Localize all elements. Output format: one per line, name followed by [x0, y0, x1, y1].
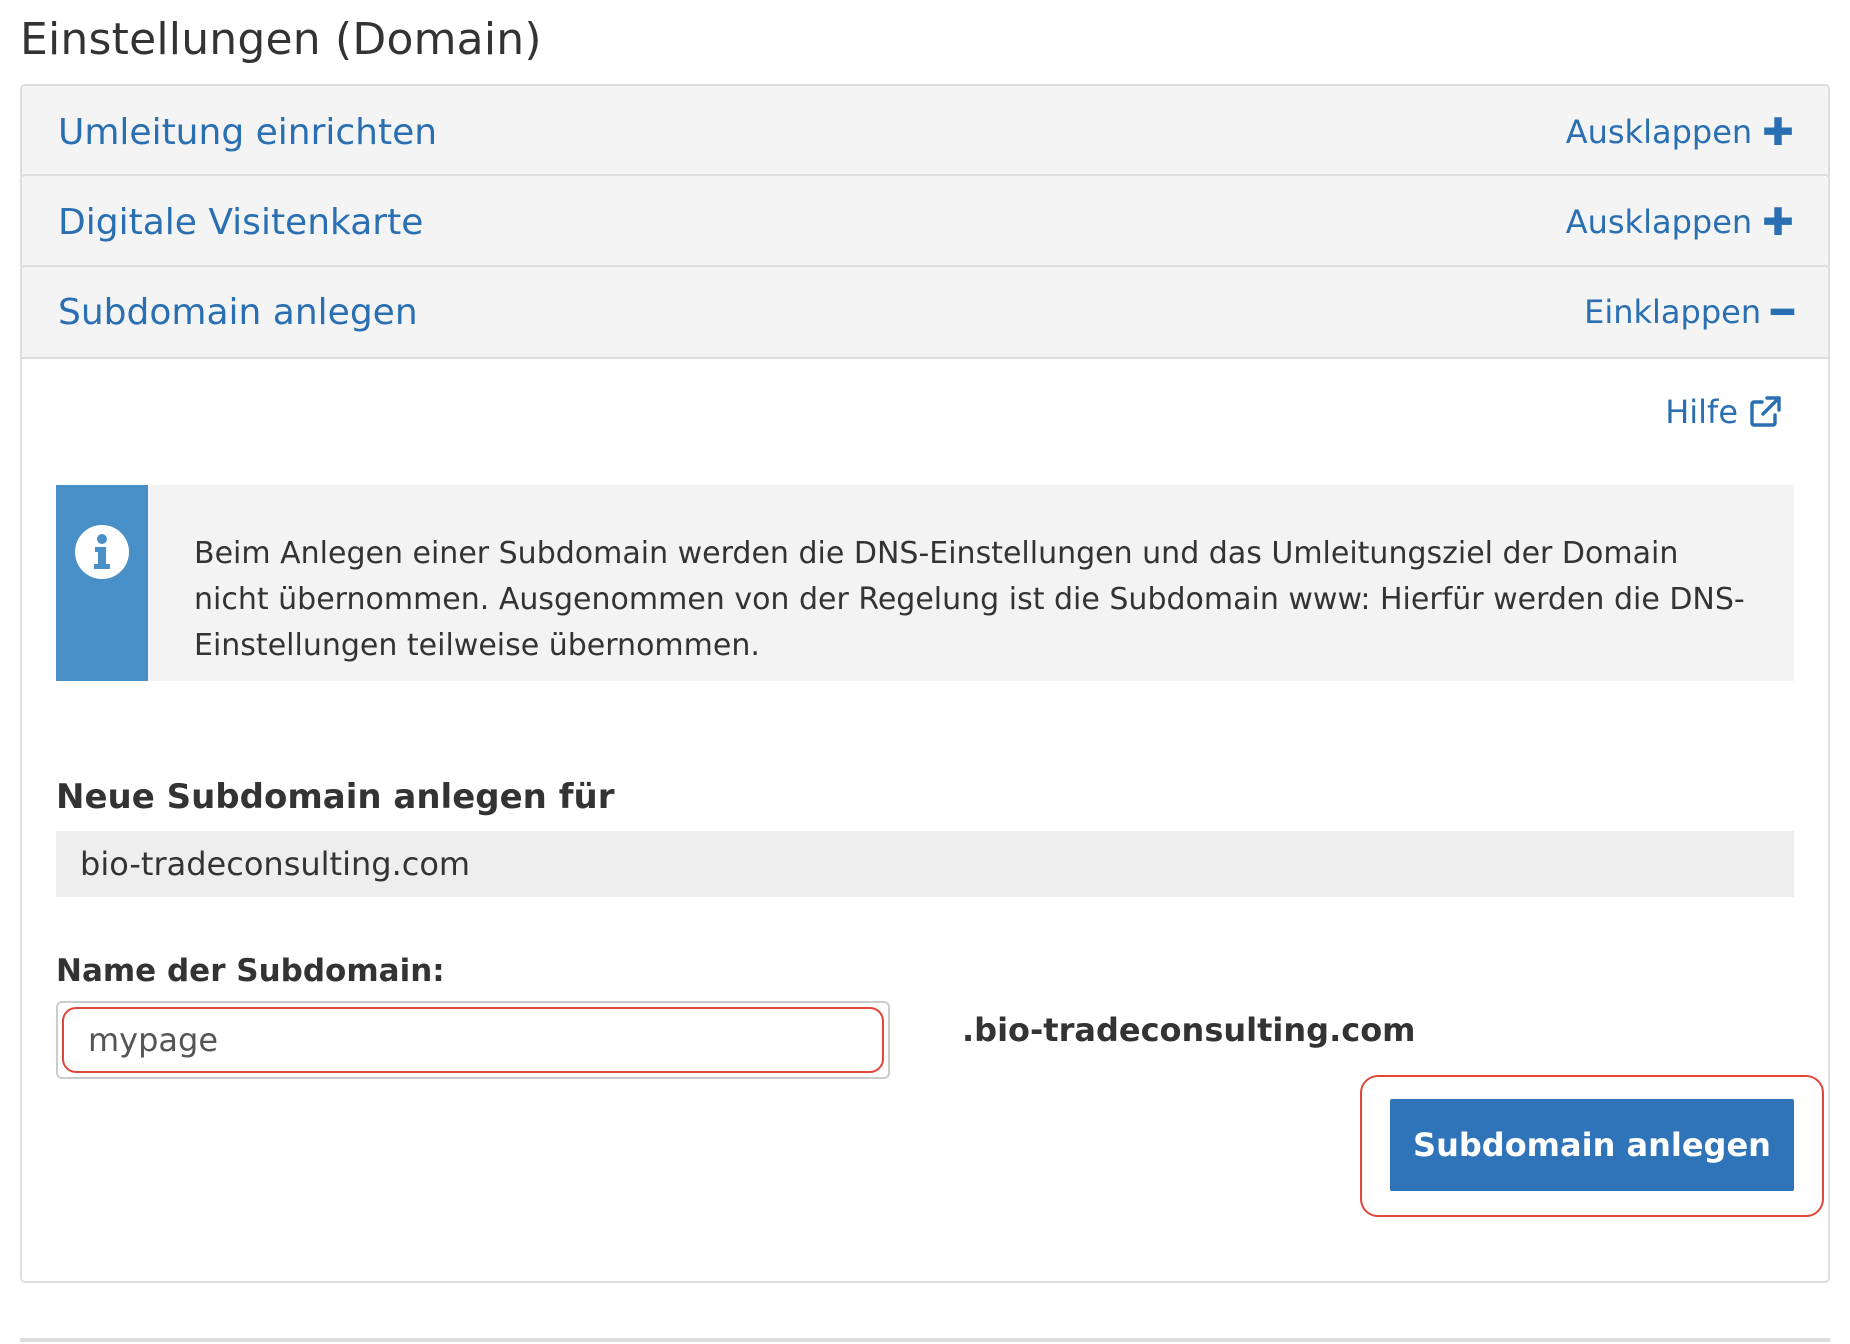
info-text: Beim Anlegen einer Subdomain werden die …: [194, 536, 1745, 663]
info-callout: Beim Anlegen einer Subdomain werden die …: [56, 485, 1794, 681]
minus-icon: ━: [1771, 290, 1794, 334]
help-label: Hilfe: [1665, 393, 1738, 431]
toggle-label: Ausklappen: [1565, 113, 1753, 151]
collapse-toggle-subdomain[interactable]: Einklappen ━: [1584, 293, 1794, 331]
plus-icon: ✚: [1762, 110, 1794, 154]
subdomain-name-label: Name der Subdomain:: [56, 953, 445, 989]
toggle-label: Ausklappen: [1565, 203, 1753, 241]
expand-toggle-redirect[interactable]: Ausklappen ✚: [1566, 113, 1794, 151]
create-subdomain-button[interactable]: Subdomain anlegen: [1390, 1099, 1794, 1191]
panel-redirect-title[interactable]: Umleitung einrichten: [58, 112, 437, 153]
subdomain-input-wrapper: [56, 1001, 890, 1079]
panel-vcard-title[interactable]: Digitale Visitenkarte: [58, 202, 423, 243]
plus-icon: ✚: [1762, 200, 1794, 244]
bottom-divider: [20, 1338, 1830, 1342]
panel-redirect-header[interactable]: Umleitung einrichten Ausklappen ✚: [22, 86, 1828, 178]
external-link-icon: [1750, 396, 1781, 427]
panel-subdomain-header[interactable]: Subdomain anlegen Einklappen ━: [22, 267, 1828, 359]
toggle-label: Einklappen: [1584, 293, 1762, 331]
page-title: Einstellungen (Domain): [20, 14, 542, 65]
panel-vcard: Digitale Visitenkarte Ausklappen ✚: [20, 174, 1830, 270]
info-icon: [75, 525, 129, 579]
panel-vcard-header[interactable]: Digitale Visitenkarte Ausklappen ✚: [22, 176, 1828, 268]
panel-subdomain-body: Hilfe Beim Anlegen einer Subdomain werde…: [22, 359, 1828, 1281]
panel-subdomain-title[interactable]: Subdomain anlegen: [58, 292, 418, 333]
domain-suffix: .bio-tradeconsulting.com: [962, 1011, 1416, 1049]
info-stripe: [56, 485, 148, 681]
parent-domain-field: bio-tradeconsulting.com: [56, 831, 1794, 897]
new-subdomain-label: Neue Subdomain anlegen für: [56, 777, 615, 817]
panel-redirect: Umleitung einrichten Ausklappen ✚: [20, 84, 1830, 180]
panel-subdomain: Subdomain anlegen Einklappen ━ Hilfe Bei…: [20, 265, 1830, 1283]
subdomain-name-input[interactable]: [62, 1007, 884, 1073]
expand-toggle-vcard[interactable]: Ausklappen ✚: [1566, 203, 1794, 241]
help-link[interactable]: Hilfe: [1665, 393, 1782, 431]
